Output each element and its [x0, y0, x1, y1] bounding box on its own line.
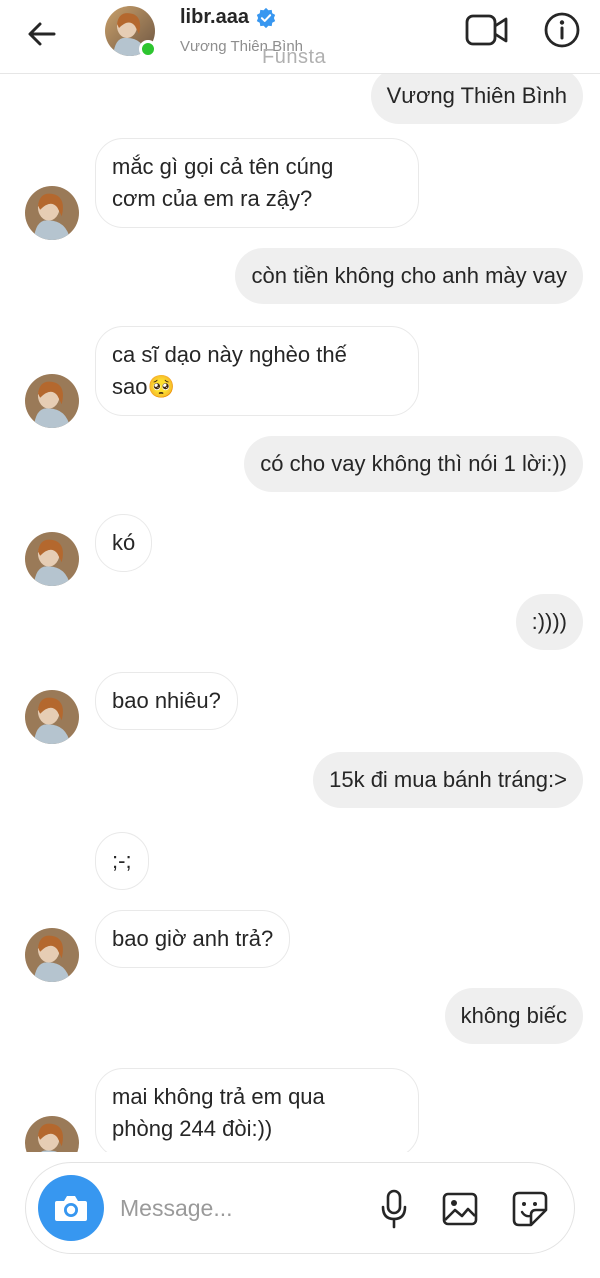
message-bubble-received[interactable]: mai không trả em qua phòng 244 đòi:))	[95, 1068, 419, 1152]
voice-message-button[interactable]	[376, 1187, 412, 1231]
chat-header: libr.aaa Vương Thiên Bình Funsta	[0, 0, 600, 74]
message-composer	[25, 1162, 575, 1254]
message-bubble-received[interactable]: bao giờ anh trả?	[95, 910, 291, 968]
avatar[interactable]	[25, 532, 79, 586]
message-bubble-received[interactable]: ;-;	[95, 832, 149, 890]
gallery-button[interactable]	[440, 1189, 480, 1229]
info-button[interactable]	[540, 10, 584, 50]
gallery-icon	[442, 1192, 478, 1226]
avatar[interactable]	[25, 374, 79, 428]
message-bubble-sent[interactable]: :))))	[515, 594, 583, 650]
arrow-left-icon	[28, 22, 56, 46]
avatar[interactable]	[25, 928, 79, 982]
info-icon	[544, 12, 580, 48]
message-bubble-received[interactable]: kó	[95, 514, 153, 572]
message-input[interactable]	[120, 1183, 370, 1233]
microphone-icon	[381, 1189, 407, 1229]
back-button[interactable]	[22, 14, 62, 54]
message-bubble-sent[interactable]: không biếc	[444, 988, 583, 1044]
brand-watermark: Funsta	[262, 46, 327, 68]
video-camera-icon	[465, 14, 508, 46]
message-bubble-sent[interactable]: 15k đi mua bánh tráng:>	[313, 752, 583, 808]
online-status-dot	[139, 40, 157, 58]
sticker-button[interactable]	[510, 1189, 550, 1229]
message-bubble-received[interactable]: ca sĩ dạo này nghèo thế sao🥺	[95, 326, 419, 416]
message-thread[interactable]: Vương Thiên Bình mắc gì gọi cả tên cúng …	[0, 74, 600, 1152]
camera-button[interactable]	[38, 1175, 104, 1241]
message-bubble-sent[interactable]: còn tiền không cho anh mày vay	[235, 248, 583, 304]
avatar[interactable]	[25, 1116, 79, 1152]
message-bubble-sent[interactable]: Vương Thiên Bình	[370, 74, 583, 124]
contact-avatar[interactable]	[105, 6, 157, 58]
sticker-icon	[512, 1191, 548, 1227]
contact-username[interactable]: libr.aaa	[180, 6, 277, 29]
message-bubble-received[interactable]: mắc gì gọi cả tên cúng cơm của em ra zậy…	[95, 138, 419, 228]
verified-badge-icon	[256, 7, 276, 28]
camera-icon	[55, 1196, 87, 1221]
message-bubble-sent[interactable]: có cho vay không thì nói 1 lời:))	[244, 436, 583, 492]
username-text: libr.aaa	[180, 6, 249, 28]
message-bubble-received[interactable]: bao nhiêu?	[95, 672, 238, 730]
avatar[interactable]	[25, 690, 79, 744]
avatar[interactable]	[25, 186, 79, 240]
video-call-button[interactable]	[464, 10, 510, 50]
